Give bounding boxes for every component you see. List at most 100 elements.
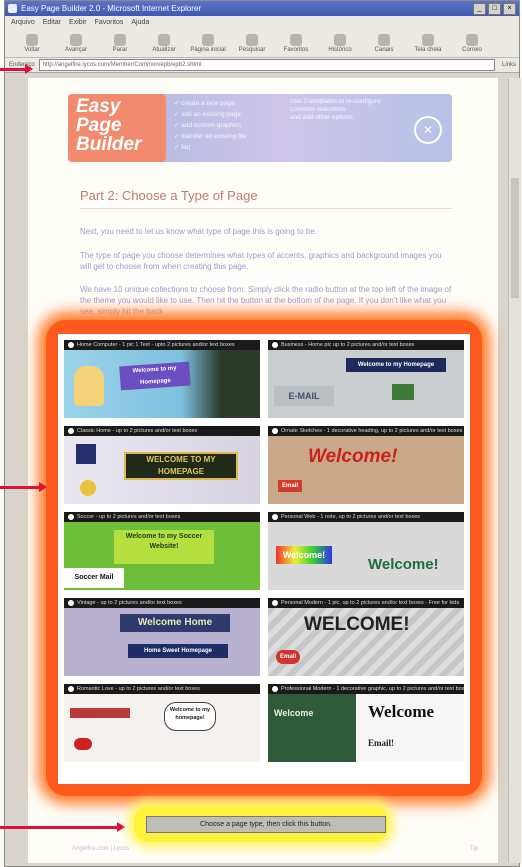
footer-link[interactable]: Angelfire.com | Lycos [72,846,129,852]
radio-button[interactable] [68,600,74,606]
forward-button[interactable]: Avançar [55,30,97,56]
toolbar: Voltar Avançar Parar Atualizar Página in… [5,29,519,58]
back-button[interactable]: Voltar [11,30,53,56]
channels-icon [378,33,390,46]
back-icon [26,33,38,46]
radio-button[interactable] [272,686,278,692]
easy-page-builder-logo: Easy Page Builder [68,94,166,162]
history-icon [334,33,346,46]
nav-transfer-file[interactable]: ✓ transfer an existing file [174,131,246,142]
annotation-arrow-address [0,64,33,74]
fullscreen-button[interactable]: Tela cheia [407,30,449,56]
window-title: Easy Page Builder 2.0 - Microsoft Intern… [21,4,202,13]
vertical-scrollbar[interactable] [508,78,521,863]
radio-button[interactable] [68,514,74,520]
radio-button[interactable] [272,600,278,606]
theme-option-2[interactable]: Business - Home pic up to 2 pictures and… [268,340,464,418]
annotation-arrow-themes [0,482,47,492]
theme-option-10[interactable]: Professional Modern - 1 decorative graph… [268,684,464,762]
nav-faq[interactable]: ✓ faq [174,142,246,153]
welcome-art: WELCOME! [304,614,410,635]
page-title: Part 2: Choose a Type of Page [80,188,258,203]
close-button[interactable]: × [503,3,516,15]
footer-tip[interactable]: Tip [470,846,478,852]
theme-option-5[interactable]: Soccer - up to 2 pictures and/or text bo… [64,512,260,590]
welcome-art: Welcome to my Homepage [119,361,191,391]
stop-button[interactable]: Parar [99,30,141,56]
forward-icon [70,33,82,46]
mail-icon [466,33,478,46]
menu-edit[interactable]: Editar [43,16,61,29]
fullscreen-icon [422,33,434,46]
choose-page-type-button[interactable]: Choose a page type, then click this butt… [146,816,386,833]
radio-button[interactable] [68,342,74,348]
refresh-icon [158,33,170,46]
page-content: Easy Page Builder ✓ create a new page ✓ … [28,78,498,863]
radio-button[interactable] [68,428,74,434]
favorites-button[interactable]: Favoritos [275,30,317,56]
theme-option-6[interactable]: Personal Web - 1 note, up to 2 pictures … [268,512,464,590]
nav-add-graphics[interactable]: ✓ add custom graphics [174,120,246,131]
welcome-art: Welcome to my Soccer Website! [114,530,214,564]
ie-icon [8,4,17,13]
radio-button[interactable] [272,342,278,348]
envelope-icon [392,384,414,400]
welcome-art: Welcome [368,702,435,721]
nav-create-page[interactable]: ✓ create a new page [174,98,246,109]
history-button[interactable]: Histórico [319,30,361,56]
scroll-thumb[interactable] [511,178,519,298]
welcome-art: Welcome to my Homepage [346,358,446,372]
menu-view[interactable]: Exibir [69,16,87,29]
help-icon[interactable]: ✕ [414,116,442,144]
theme-option-9[interactable]: Romantic Love - up to 2 pictures and/or … [64,684,260,762]
soccer-mail-badge: Soccer Mail [64,568,124,588]
stop-icon [114,33,126,46]
welcome-art: Welcome Home [120,614,230,632]
favorites-icon [290,33,302,46]
welcome-art: WELCOME TO MY HOMEPAGE [124,452,238,480]
email-badge: Email! [368,738,394,748]
home-button[interactable]: Página inicial [187,30,229,56]
theme-option-3[interactable]: Classic Home - up to 2 pictures and/or t… [64,426,260,504]
radio-button[interactable] [272,514,278,520]
menu-bar: Arquivo Editar Exibir Favoritos Ajuda [5,16,519,29]
welcome-art: Welcome! [276,546,332,564]
refresh-button[interactable]: Atualizar [143,30,185,56]
email-badge: Email [278,480,302,492]
speech-bubble: Welcome to my homepage! [164,702,216,731]
mail-button[interactable]: Correio [451,30,493,56]
menu-file[interactable]: Arquivo [11,16,35,29]
theme-option-4[interactable]: Ornate Sketches - 1 decorative heading, … [268,426,464,504]
minimize-button[interactable]: _ [473,3,486,15]
emblem-image [80,480,96,496]
title-bar: Easy Page Builder 2.0 - Microsoft Intern… [5,1,519,16]
welcome-art: Welcome! [308,446,398,467]
theme-option-7[interactable]: Vintage - up to 2 pictures and/or text b… [64,598,260,676]
channels-button[interactable]: Canais [363,30,405,56]
theme-grid: Home Computer - 1 pic 1 Text - upto 2 pi… [58,334,470,784]
welcome-art-2: Welcome! [368,556,439,573]
menu-help[interactable]: Ajuda [131,16,149,29]
title-divider [80,208,452,209]
search-button[interactable]: Pesquisar [231,30,273,56]
lips-image [74,738,92,750]
annotation-arrow-button [0,822,125,832]
nav-edit-page[interactable]: ✓ edit an existing page [174,109,246,120]
banner-nav: ✓ create a new page ✓ edit an existing p… [174,98,246,153]
email-badge: Email [276,650,300,664]
theme-option-8[interactable]: Personal Modern - 1 pic, up to 2 picture… [268,598,464,676]
address-input[interactable]: http://angelfire.lycos.com/Member/Common… [38,59,495,71]
address-bar: Endereço http://angelfire.lycos.com/Memb… [5,58,519,73]
radio-button[interactable] [68,686,74,692]
cartoon-boy-image [74,366,104,406]
radio-button[interactable] [272,428,278,434]
instructions-text: We have 10 unique collections to choose … [80,285,452,316]
home-icon [202,33,214,46]
theme-option-1[interactable]: Home Computer - 1 pic 1 Text - upto 2 pi… [64,340,260,418]
links-button[interactable]: Links [499,60,519,70]
maximize-button[interactable]: □ [488,3,501,15]
emblem-image [76,444,96,464]
description-text: The type of page you choose determines w… [80,251,442,271]
search-icon [246,33,258,46]
menu-favorites[interactable]: Favoritos [95,16,124,29]
